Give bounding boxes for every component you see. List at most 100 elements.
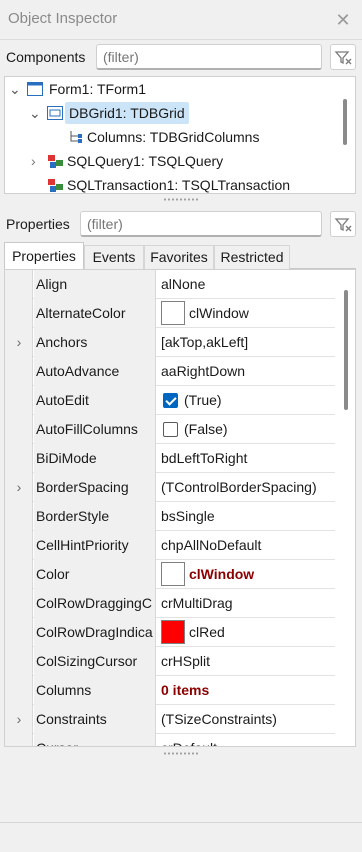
property-name: ColRowDraggingC	[34, 589, 156, 618]
db-transaction-icon	[48, 179, 63, 192]
property-row[interactable]: › BorderSpacing (TControlBorderSpacing)	[5, 473, 335, 502]
tree-node-columns[interactable]: Columns: TDBGridColumns	[5, 126, 345, 148]
grid-icon	[47, 106, 63, 120]
property-value[interactable]: alNone	[157, 270, 335, 299]
property-value-text: [akTop,akLeft]	[161, 334, 249, 350]
property-row[interactable]: Color clWindow	[5, 560, 335, 589]
property-value[interactable]: (TSizeConstraints)	[157, 705, 335, 734]
row-gutter	[5, 299, 33, 328]
property-value[interactable]: (True)	[157, 386, 335, 415]
property-value-text: crHSplit	[161, 653, 211, 669]
tree-node-dbgrid1[interactable]: ⌄ DBGrid1: TDBGrid	[5, 102, 345, 124]
property-row[interactable]: BorderStyle bsSingle	[5, 502, 335, 531]
checkbox-unchecked[interactable]	[163, 421, 178, 437]
row-gutter	[5, 647, 33, 676]
property-value[interactable]: crDefault	[157, 734, 335, 746]
close-icon[interactable]: ✕	[331, 8, 355, 32]
property-value[interactable]: chpAllNoDefault	[157, 531, 335, 560]
tree-node-sqlquery1[interactable]: › SQLQuery1: TSQLQuery	[5, 150, 345, 172]
property-value-text: aaRightDown	[161, 363, 246, 379]
property-row[interactable]: AutoFillColumns (False)	[5, 415, 335, 444]
clear-filter-button[interactable]	[330, 44, 356, 70]
property-value[interactable]: crHSplit	[157, 647, 335, 676]
row-gutter	[5, 676, 33, 705]
tree-node-sqltransaction1[interactable]: SQLTransaction1: TSQLTransaction	[5, 174, 345, 193]
property-value[interactable]: [akTop,akLeft]	[157, 328, 335, 357]
clear-filter-button[interactable]	[330, 211, 356, 237]
properties-filter-input[interactable]	[80, 211, 322, 237]
property-row[interactable]: › Anchors [akTop,akLeft]	[5, 328, 335, 357]
property-value[interactable]: crMultiDrag	[157, 589, 335, 618]
inspector-tabs: Properties Events Favorites Restricted	[4, 242, 356, 270]
property-value-text: (TControlBorderSpacing)	[161, 479, 317, 495]
grid-scrollbar[interactable]	[344, 290, 348, 410]
chevron-right-icon[interactable]: ›	[5, 328, 33, 357]
property-row[interactable]: › Constraints (TSizeConstraints)	[5, 705, 335, 734]
chevron-down-icon[interactable]: ⌄	[29, 102, 41, 124]
tab-restricted[interactable]: Restricted	[214, 245, 290, 269]
chevron-down-icon[interactable]: ⌄	[9, 78, 21, 100]
property-name: BorderSpacing	[34, 473, 156, 502]
chevron-right-icon[interactable]: ›	[31, 150, 36, 172]
property-row[interactable]: Columns 0 items	[5, 676, 335, 705]
tree-node-label: SQLTransaction1: TSQLTransaction	[67, 177, 291, 193]
splitter-grip-icon	[163, 198, 199, 201]
clear-filter-icon	[334, 218, 352, 232]
property-value-text: clRed	[189, 624, 225, 640]
property-value[interactable]: 0 items	[157, 676, 335, 705]
property-row[interactable]: AlternateColor clWindow	[5, 299, 335, 328]
property-value-text: chpAllNoDefault	[161, 537, 262, 553]
property-value[interactable]: clRed	[157, 618, 335, 647]
row-gutter	[5, 444, 33, 473]
property-name: Color	[34, 560, 156, 589]
components-filter-input[interactable]	[96, 44, 322, 70]
property-row[interactable]: ColRowDragIndica clRed	[5, 618, 335, 647]
property-value[interactable]: bdLeftToRight	[157, 444, 335, 473]
color-swatch	[161, 301, 185, 326]
property-name: CellHintPriority	[34, 531, 156, 560]
property-value[interactable]: bsSingle	[157, 502, 335, 531]
property-row[interactable]: BiDiMode bdLeftToRight	[5, 444, 335, 473]
property-row[interactable]: CellHintPriority chpAllNoDefault	[5, 531, 335, 560]
property-grid[interactable]: Align alNone AlternateColor clWindow › Anchor…	[4, 269, 356, 747]
clear-filter-icon	[334, 51, 352, 65]
tab-properties[interactable]: Properties	[4, 242, 84, 270]
property-name: ColRowDragIndica	[34, 618, 156, 647]
property-row[interactable]: Cursor crDefault	[5, 734, 335, 746]
property-row[interactable]: ColRowDraggingC crMultiDrag	[5, 589, 335, 618]
property-row[interactable]: AutoAdvance aaRightDown	[5, 357, 335, 386]
tab-favorites[interactable]: Favorites	[144, 245, 214, 269]
color-swatch	[161, 620, 185, 645]
property-value-text: (TSizeConstraints)	[161, 711, 277, 727]
title-bar: Object Inspector ✕	[0, 0, 362, 40]
property-name: BorderStyle	[34, 502, 156, 531]
db-query-icon	[48, 155, 63, 168]
splitter[interactable]	[0, 750, 362, 758]
property-row[interactable]: ColSizingCursor crHSplit	[5, 647, 335, 676]
property-name: Constraints	[34, 705, 156, 734]
component-tree[interactable]: ⌄ Form1: TForm1 ⌄ DBGrid1: TDBGrid Colum…	[4, 76, 356, 194]
row-gutter	[5, 270, 33, 299]
property-value[interactable]: aaRightDown	[157, 357, 335, 386]
tree-node-label: Columns: TDBGridColumns	[87, 129, 260, 145]
property-value[interactable]: (False)	[157, 415, 335, 444]
row-gutter	[5, 357, 33, 386]
chevron-right-icon[interactable]: ›	[5, 473, 33, 502]
property-value[interactable]: clWindow	[157, 299, 335, 328]
property-value[interactable]: clWindow	[157, 560, 335, 589]
splitter[interactable]	[0, 196, 362, 204]
property-value[interactable]: (TControlBorderSpacing)	[157, 473, 335, 502]
property-name: ColSizingCursor	[34, 647, 156, 676]
tab-events[interactable]: Events	[84, 245, 144, 269]
property-value-text: clWindow	[189, 566, 255, 582]
tree-scrollbar[interactable]	[343, 99, 347, 145]
property-row[interactable]: AutoEdit (True)	[5, 386, 335, 415]
properties-label: Properties	[6, 216, 70, 232]
property-name: AutoAdvance	[34, 357, 156, 386]
row-gutter	[5, 734, 33, 746]
property-row[interactable]: Align alNone	[5, 270, 335, 299]
tree-node-form1[interactable]: ⌄ Form1: TForm1	[5, 78, 345, 100]
checkbox-checked[interactable]	[163, 392, 178, 408]
chevron-right-icon[interactable]: ›	[5, 705, 33, 734]
property-name: Columns	[34, 676, 156, 705]
